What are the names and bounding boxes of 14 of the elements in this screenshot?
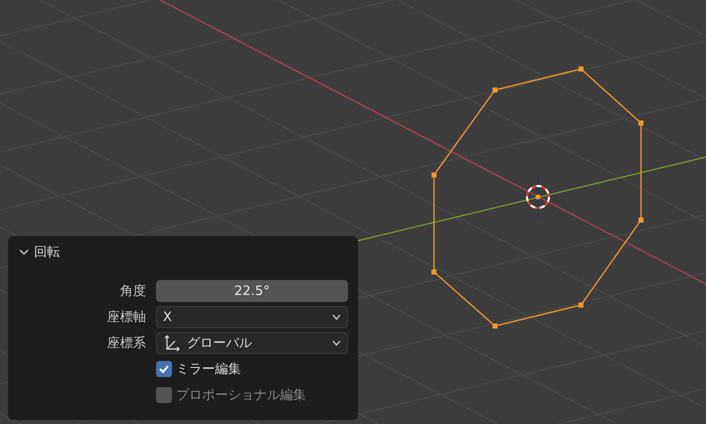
axes-icon <box>163 334 181 352</box>
caret-icon <box>332 314 341 320</box>
field-label: 角度 <box>119 283 147 300</box>
check-icon <box>158 363 170 375</box>
number-field[interactable]: 22.5° <box>156 280 348 302</box>
dropdown[interactable]: グローバル <box>156 332 348 354</box>
caret-icon <box>332 340 341 346</box>
checkbox-label: プロポーショナル編集 <box>176 387 306 404</box>
panel-title: 回転 <box>34 244 60 261</box>
field-label: 座標軸 <box>106 309 147 326</box>
checkbox[interactable] <box>156 361 172 377</box>
field-label: 座標系 <box>106 335 147 352</box>
checkbox-label: ミラー編集 <box>176 361 241 378</box>
dropdown[interactable]: X <box>156 306 348 328</box>
